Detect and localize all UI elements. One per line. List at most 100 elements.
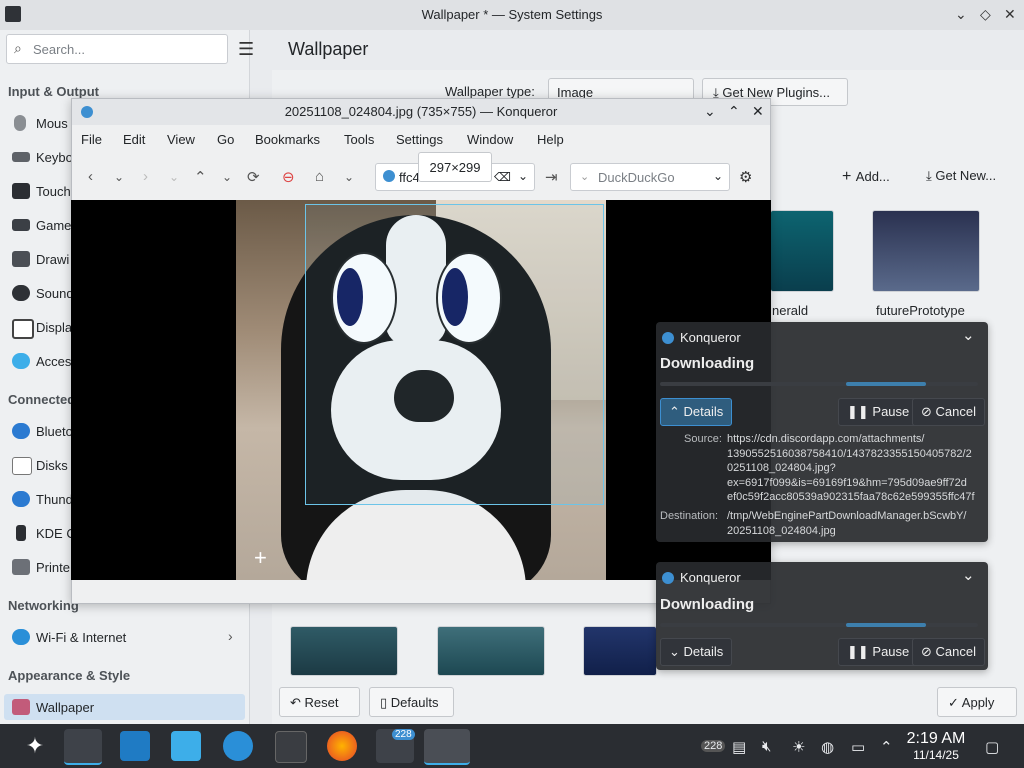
plus-icon: + (842, 168, 856, 185)
sidebar-item-mouse[interactable]: Mous (14, 115, 68, 131)
menu-bookmarks[interactable]: Bookmarks (255, 132, 320, 147)
apply-button[interactable]: ✓ Apply (937, 687, 1017, 717)
clipboard-icon[interactable]: ▤ (732, 738, 746, 756)
stop-icon[interactable]: ⊖ (282, 168, 295, 186)
sidebar-item-wallpaper[interactable]: Wallpaper (12, 699, 94, 715)
konqueror-icon (662, 332, 674, 344)
clear-icon[interactable]: ⌫ (494, 170, 511, 184)
sidebar-item-drawing-tablet[interactable]: Drawi (12, 251, 69, 267)
section-input-output: Input & Output (8, 84, 99, 99)
defaults-button[interactable]: ▯ Defaults (369, 687, 454, 717)
sidebar-item-printers[interactable]: Printe (12, 559, 70, 575)
maximize-icon[interactable]: ⌃ (728, 103, 740, 120)
close-icon[interactable]: ✕ (1004, 6, 1016, 23)
progress-track (660, 623, 978, 627)
chevron-right-icon[interactable]: › (228, 628, 233, 644)
search-engine-input[interactable]: ⌄ DuckDuckGo ⌄ (570, 163, 730, 191)
firefox-icon[interactable] (327, 731, 357, 761)
file-manager-icon[interactable] (171, 731, 201, 761)
up-icon[interactable]: ⌃ (194, 168, 207, 186)
back-icon[interactable]: ‹ (88, 168, 93, 185)
sidebar-item-thunderbolt[interactable]: Thund (12, 491, 73, 507)
chevron-down-icon[interactable]: ⌄ (114, 170, 124, 184)
details-button[interactable]: ⌄ Details (660, 638, 733, 666)
task-manager-icon[interactable] (64, 729, 102, 765)
chevron-down-icon[interactable]: ⌄ (518, 169, 528, 183)
wallpaper-thumbnail-emerald[interactable] (770, 210, 834, 292)
sidebar-item-wifi[interactable]: Wi-Fi & Internet (12, 629, 126, 645)
sidebar-item-accessibility[interactable]: Acces (12, 353, 71, 369)
menu-tools[interactable]: Tools (344, 132, 374, 147)
wallpaper-thumbnail[interactable] (290, 626, 398, 676)
keep-above-icon[interactable]: ◇ (980, 6, 991, 23)
sidebar-item-bluetooth[interactable]: Blueto (12, 423, 73, 439)
reset-button[interactable]: ↶ Reset (279, 687, 360, 717)
cancel-button[interactable]: ⊘ Cancel (912, 638, 985, 666)
sidebar-item-disks[interactable]: Disks (12, 457, 68, 475)
sidebar-item-kde-connect[interactable]: KDE C (16, 525, 76, 541)
cancel-button[interactable]: ⊘ Cancel (912, 398, 985, 426)
printer-icon (12, 559, 30, 575)
chevron-down-icon: ⌄ (669, 644, 684, 659)
app-launcher-icon[interactable]: ✦ (20, 731, 50, 761)
wallpaper-thumbnail-futureprototype[interactable] (872, 210, 980, 292)
chevron-down-icon[interactable]: ⌄ (713, 169, 723, 183)
show-desktop-icon[interactable]: ▢ (985, 738, 999, 756)
cancel-icon: ⊘ (921, 644, 936, 659)
menu-help[interactable]: Help (537, 132, 564, 147)
selection-rectangle[interactable] (305, 204, 604, 505)
image-viewer-task-icon[interactable] (424, 729, 470, 765)
wallpaper-thumbnail[interactable] (583, 626, 657, 676)
menu-window[interactable]: Window (467, 132, 513, 147)
network-icon[interactable]: ◍ (821, 738, 834, 756)
pause-button[interactable]: ❚❚ Pause (838, 398, 919, 426)
system-settings-icon[interactable] (223, 731, 253, 761)
menu-view[interactable]: View (167, 132, 195, 147)
brightness-icon[interactable]: ☀ (792, 738, 805, 756)
settings-titlebar: Wallpaper * — System Settings ⌄ ◇ ✕ (0, 0, 1024, 30)
discover-icon[interactable] (120, 731, 150, 761)
pause-button[interactable]: ❚❚ Pause (838, 638, 919, 666)
details-button[interactable]: ⌃ Details (660, 398, 733, 426)
collapse-icon[interactable]: ⌄ (962, 326, 975, 344)
sidebar-item-touchpad[interactable]: Touch (12, 183, 71, 199)
sidebar-item-display[interactable]: Displa (12, 319, 72, 339)
source-label: Source: (684, 433, 722, 445)
go-icon[interactable]: ⇥ (545, 168, 558, 186)
display-icon[interactable]: ▭ (851, 738, 865, 756)
destination-label: Destination: (660, 510, 719, 522)
collapse-icon[interactable]: ⌄ (962, 566, 975, 584)
menu-go[interactable]: Go (217, 132, 234, 147)
wallpaper-thumbnail[interactable] (437, 626, 545, 676)
volume-muted-icon[interactable]: 🔇︎ (762, 738, 771, 755)
settings-gear-icon[interactable]: ⚙ (739, 168, 752, 186)
konqueror-task-icon[interactable]: 228 (376, 729, 415, 763)
sidebar-item-keyboard[interactable]: Keybo (12, 150, 73, 165)
destination-path[interactable]: /tmp/WebEnginePartDownloadManager.bScwbY… (727, 509, 985, 538)
chevron-down-icon[interactable]: ⌄ (344, 170, 354, 184)
chevron-down-icon[interactable]: ⌄ (580, 170, 589, 183)
clock[interactable]: 2:19 AM 11/14/25 (900, 730, 972, 762)
add-wallpaper-button[interactable]: + Add... (842, 168, 890, 186)
sidebar-item-game-controller[interactable]: Game (12, 218, 71, 233)
close-icon[interactable]: ✕ (752, 103, 764, 120)
notifications-count-icon[interactable]: 228 (701, 740, 726, 752)
forward-icon[interactable]: › (143, 168, 148, 185)
minimize-icon[interactable]: ⌄ (955, 6, 967, 23)
get-new-wallpapers-button[interactable]: ⤓ Get New... (926, 168, 996, 184)
minimize-icon[interactable]: ⌄ (704, 103, 716, 120)
reload-icon[interactable]: ⟳ (247, 168, 260, 186)
menu-file[interactable]: File (81, 132, 102, 147)
hamburger-menu-icon[interactable]: ☰ (238, 40, 260, 58)
speaker-icon (12, 285, 30, 301)
menu-edit[interactable]: Edit (123, 132, 145, 147)
tray-expand-icon[interactable]: ⌃ (880, 738, 893, 756)
terminal-icon[interactable] (275, 731, 307, 763)
home-icon[interactable]: ⌂ (315, 168, 324, 185)
menu-settings[interactable]: Settings (396, 132, 443, 147)
sidebar-item-sound[interactable]: Sound (12, 285, 74, 301)
source-url[interactable]: https://cdn.discordapp.com/attachments/ … (727, 432, 985, 505)
chevron-down-icon[interactable]: ⌄ (222, 170, 232, 184)
search-input[interactable]: ⌕ Search... (6, 34, 228, 64)
chevron-down-icon[interactable]: ⌄ (169, 170, 179, 184)
